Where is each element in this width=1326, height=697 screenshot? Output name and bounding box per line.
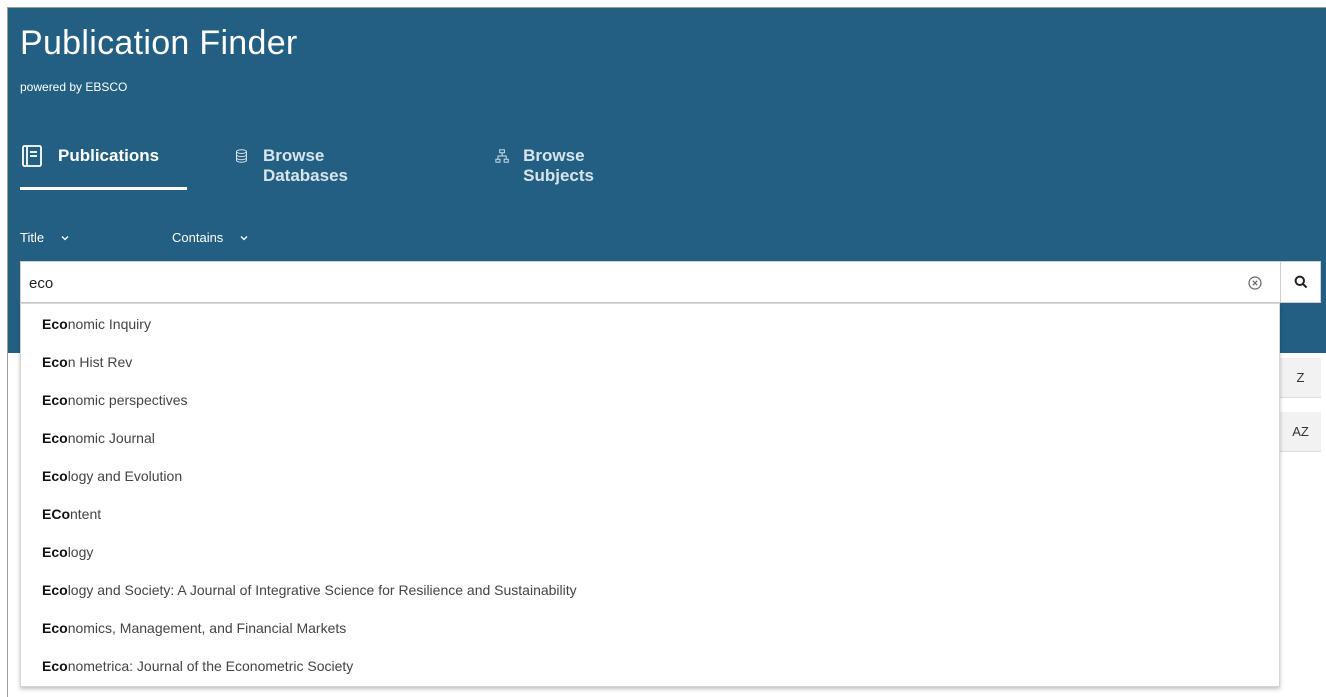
suggestion-item[interactable]: Ecology and Evolution xyxy=(42,461,182,491)
app-title: Publication Finder xyxy=(20,24,298,62)
match-select-label: Contains xyxy=(172,230,224,245)
suggestion-item[interactable]: Ecology xyxy=(42,537,93,567)
suggestion-item[interactable]: Economic perspectives xyxy=(42,385,188,415)
tab-label: Browse Databases xyxy=(262,146,348,185)
suggestions-dropdown: Economic Inquiry Econ Hist Rev Economic … xyxy=(20,303,1280,687)
sitemap-icon xyxy=(495,149,509,163)
sort-az-button[interactable]: AZ xyxy=(1280,412,1321,452)
database-icon xyxy=(235,149,247,163)
tab-label: Publications xyxy=(58,146,160,165)
search-box xyxy=(20,261,1280,303)
app-window: Publication Finder powered by EBSCO Publ… xyxy=(7,7,1326,697)
tab-browse-databases[interactable]: Browse Databases xyxy=(234,138,357,190)
search-icon xyxy=(1294,275,1307,289)
tab-label: Browse Subjects xyxy=(523,146,594,185)
app-subtitle: powered by EBSCO xyxy=(20,80,128,94)
field-select-label: Title xyxy=(20,230,45,245)
suggestion-item[interactable]: Economic Journal xyxy=(42,423,155,453)
suggestion-item[interactable]: Ecology and Society: A Journal of Integr… xyxy=(42,575,577,605)
tab-browse-subjects[interactable]: Browse Subjects xyxy=(495,138,604,190)
suggestion-item[interactable]: Econometrica: Journal of the Econometric… xyxy=(42,651,353,681)
search-button[interactable] xyxy=(1280,261,1321,303)
chevron-down-icon xyxy=(61,235,69,240)
suggestion-item[interactable]: Economics, Management, and Financial Mar… xyxy=(42,613,346,643)
suggestion-item[interactable]: Economic Inquiry xyxy=(42,309,151,339)
match-select[interactable]: Contains xyxy=(172,230,249,245)
tab-publications[interactable]: Publications xyxy=(20,138,187,190)
sort-z-button[interactable]: Z xyxy=(1280,358,1321,398)
clear-icon[interactable] xyxy=(1247,275,1263,291)
publication-icon xyxy=(22,145,42,167)
suggestion-item[interactable]: EContent xyxy=(42,499,101,529)
field-select[interactable]: Title xyxy=(20,230,70,245)
search-input[interactable] xyxy=(29,272,1219,294)
suggestion-item[interactable]: Econ Hist Rev xyxy=(42,347,132,377)
chevron-down-icon xyxy=(240,235,248,240)
